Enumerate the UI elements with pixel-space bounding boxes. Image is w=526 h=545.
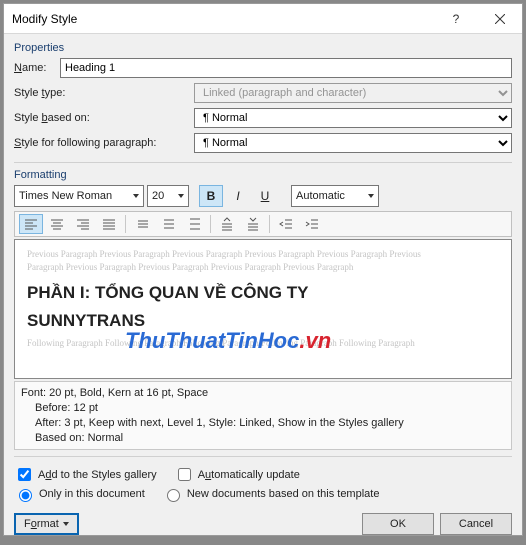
formatting-section-label: Formatting xyxy=(14,169,512,181)
font-color-picker[interactable]: Automatic xyxy=(291,185,379,207)
align-justify-button[interactable] xyxy=(97,214,121,234)
font-size-combo[interactable]: 20 xyxy=(147,185,189,207)
line-spacing-2-button[interactable] xyxy=(182,214,206,234)
help-button[interactable]: ? xyxy=(434,4,478,34)
following-select[interactable]: ¶ Normal xyxy=(194,133,512,153)
modify-style-dialog: Modify Style ? Properties Name: Style ty… xyxy=(3,3,523,536)
chevron-down-icon xyxy=(133,194,139,198)
add-gallery-checkbox[interactable]: Add to the Styles gallery xyxy=(14,465,157,484)
underline-button[interactable]: U xyxy=(253,185,277,207)
auto-update-checkbox[interactable]: Automatically update xyxy=(174,465,300,484)
bold-button[interactable]: B xyxy=(199,185,223,207)
italic-button[interactable]: I xyxy=(226,185,250,207)
close-icon xyxy=(495,14,505,24)
ok-button[interactable]: OK xyxy=(362,513,434,535)
new-documents-radio[interactable]: New documents based on this template xyxy=(162,486,380,502)
preview-pane: Previous Paragraph Previous Paragraph Pr… xyxy=(14,239,512,379)
align-right-button[interactable] xyxy=(71,214,95,234)
chevron-down-icon xyxy=(368,194,374,198)
align-left-button[interactable] xyxy=(19,214,43,234)
following-label: Style for following paragraph: xyxy=(14,137,194,149)
font-name-combo[interactable]: Times New Roman xyxy=(14,185,144,207)
increase-indent-button[interactable] xyxy=(300,214,324,234)
cancel-button[interactable]: Cancel xyxy=(440,513,512,535)
dialog-title: Modify Style xyxy=(12,12,434,26)
chevron-down-icon xyxy=(178,194,184,198)
only-document-radio[interactable]: Only in this document xyxy=(14,486,145,502)
align-center-button[interactable] xyxy=(45,214,69,234)
style-type-label: Style type: xyxy=(14,87,194,99)
space-before-decrease-button[interactable] xyxy=(241,214,265,234)
style-type-select: Linked (paragraph and character) xyxy=(194,83,512,103)
close-button[interactable] xyxy=(478,4,522,34)
line-spacing-15-button[interactable] xyxy=(156,214,180,234)
chevron-down-icon xyxy=(63,522,69,526)
preview-heading: PHẦN I: TỔNG QUAN VỀ CÔNG TY SUNNYTRANS xyxy=(27,283,499,331)
decrease-indent-button[interactable] xyxy=(274,214,298,234)
style-description: Font: 20 pt, Bold, Kern at 16 pt, Space … xyxy=(14,381,512,450)
name-input[interactable] xyxy=(60,58,512,78)
titlebar: Modify Style ? xyxy=(4,4,522,34)
space-before-increase-button[interactable] xyxy=(215,214,239,234)
line-spacing-1-button[interactable] xyxy=(130,214,154,234)
format-button[interactable]: Format xyxy=(14,513,79,535)
name-label: Name: xyxy=(14,62,60,74)
properties-section-label: Properties xyxy=(14,42,512,54)
based-on-label: Style based on: xyxy=(14,112,194,124)
based-on-select[interactable]: ¶ Normal xyxy=(194,108,512,128)
